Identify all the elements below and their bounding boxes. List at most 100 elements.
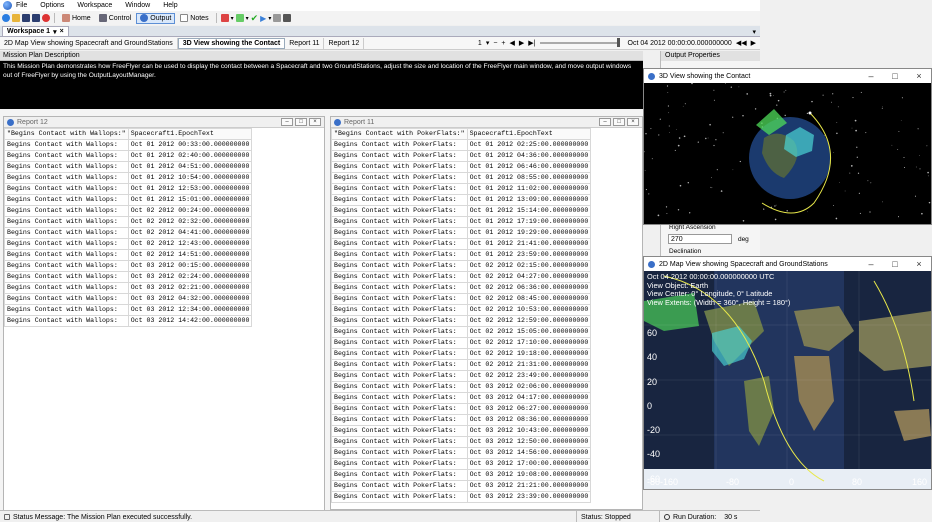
table-row: Begins Contact with PokerFlats: Oct 02 20…	[331, 282, 592, 294]
star	[711, 177, 712, 179]
map-canvas[interactable]: Oct 04 2012 00:00:00.000000000 UTC View …	[644, 271, 931, 489]
star	[677, 144, 680, 147]
first-frame-icon[interactable]: ◀◀	[736, 39, 747, 47]
epoch-cell: Oct 02 2012 19:18:00.000000000	[466, 348, 592, 360]
status-bar: Status Message: The Mission Plan execute…	[0, 510, 760, 522]
close-button[interactable]: ×	[907, 259, 931, 269]
epoch-cell: Oct 02 2012 21:31:00.000000000	[466, 359, 592, 371]
epoch-cell: Oct 02 2012 12:59:00.000000000	[466, 315, 592, 327]
timeline-slider[interactable]	[539, 38, 620, 47]
right-ascension-input[interactable]: 270	[668, 234, 732, 244]
tab-report-11[interactable]: Report 11	[285, 37, 325, 49]
run-icon[interactable]: ▶	[260, 14, 266, 23]
minimize-button[interactable]: –	[599, 118, 611, 126]
close-icon[interactable]: ×	[60, 28, 64, 35]
star	[738, 86, 740, 88]
close-icon[interactable]	[42, 14, 50, 22]
table-row: Begins Contact with Wallops: Oct 01 2012 …	[4, 161, 253, 173]
close-button[interactable]: ×	[309, 118, 321, 126]
play-icon[interactable]: ▶	[519, 39, 524, 47]
table-row: Begins Contact with Wallops: Oct 01 2012 …	[4, 172, 253, 184]
star	[645, 133, 647, 135]
zoom-out-icon[interactable]: −	[493, 40, 497, 47]
epoch-cell: Oct 03 2012 08:36:00.000000000	[466, 414, 592, 426]
menu-help[interactable]: Help	[163, 2, 177, 9]
chevron-down-icon[interactable]: ▾	[268, 15, 271, 22]
star	[927, 171, 929, 174]
3d-scene[interactable]	[643, 82, 931, 224]
tab-3d-view[interactable]: 3D View showing the Contact	[177, 37, 286, 49]
table-row: Begins Contact with PokerFlats: Oct 01 20…	[331, 161, 592, 173]
table-row: Begins Contact with Wallops: Oct 02 2012 …	[4, 238, 253, 250]
tab-2d-map-view[interactable]: 2D Map View showing Spacecraft and Groun…	[0, 37, 178, 49]
lat-tick-label: -40	[647, 449, 661, 460]
table-row: Begins Contact with Wallops: Oct 02 2012 …	[4, 216, 253, 228]
minimize-button[interactable]: –	[281, 118, 293, 126]
star	[857, 172, 860, 174]
home-button[interactable]: Home	[59, 13, 94, 24]
minimize-button[interactable]: –	[859, 259, 883, 269]
table-row: Begins Contact with PokerFlats: Oct 02 20…	[331, 293, 592, 305]
star	[668, 125, 670, 127]
skip-end-icon[interactable]: ▶|	[528, 39, 535, 47]
star	[711, 187, 713, 189]
maximize-button[interactable]: □	[613, 118, 625, 126]
step-size-value[interactable]: 1	[478, 40, 482, 47]
epoch-cell: Oct 01 2012 15:01:00.000000000	[127, 194, 253, 206]
minimize-button[interactable]: –	[859, 71, 883, 81]
column-header: "Begins Contact with PokerFlats:"	[331, 128, 468, 140]
dropdown-tool-icon[interactable]	[235, 14, 244, 22]
rewind-icon[interactable]: ◀	[510, 39, 515, 47]
notes-label: Notes	[190, 14, 209, 22]
chevron-down-icon[interactable]: ▾	[486, 39, 490, 47]
workspace-tab[interactable]: Workspace 1 ▾ ×	[2, 26, 69, 36]
new-globe-icon[interactable]	[2, 14, 10, 22]
table-row: Begins Contact with Wallops: Oct 03 2012 …	[4, 260, 253, 272]
chevron-down-icon[interactable]: ▾	[752, 28, 756, 36]
contact-label-cell: Begins Contact with PokerFlats:	[331, 139, 468, 151]
chevron-down-icon[interactable]: ▾	[231, 15, 234, 22]
open-folder-icon[interactable]	[12, 14, 20, 22]
table-row: Begins Contact with PokerFlats: Oct 02 20…	[331, 260, 592, 272]
chevron-down-icon[interactable]: ▾	[53, 28, 57, 36]
star	[915, 166, 917, 168]
debug-icon[interactable]	[220, 14, 229, 22]
star	[677, 209, 680, 211]
close-button[interactable]: ×	[907, 71, 931, 81]
star	[713, 99, 715, 101]
stop-icon[interactable]	[273, 14, 282, 22]
map-view-extents: View Extents: (Width = 360°, Height = 18…	[647, 297, 791, 307]
step-icon[interactable]	[283, 14, 292, 22]
menu-file[interactable]: File	[16, 2, 27, 9]
notes-button[interactable]: Notes	[177, 13, 211, 24]
zoom-in-icon[interactable]: +	[501, 40, 505, 47]
menu-options[interactable]: Options	[40, 2, 64, 9]
report-icon	[334, 118, 341, 126]
contact-label-cell: Begins Contact with PokerFlats:	[331, 403, 468, 415]
epoch-cell: Oct 03 2012 17:00:00.000000000	[466, 458, 592, 470]
menu-window[interactable]: Window	[125, 2, 150, 9]
save-icon[interactable]	[22, 14, 30, 22]
contact-label-cell: Begins Contact with PokerFlats:	[331, 205, 468, 217]
column-header: Spacecraft1.EpochText	[127, 128, 253, 140]
table-row: Begins Contact with Wallops: Oct 03 2012 …	[4, 293, 253, 305]
table-row: Begins Contact with PokerFlats: Oct 03 20…	[331, 447, 592, 459]
save-as-icon[interactable]	[32, 14, 40, 22]
close-button[interactable]: ×	[627, 118, 639, 126]
check-icon[interactable]: ✔	[251, 13, 259, 24]
control-button[interactable]: Control	[96, 13, 135, 24]
next-frame-icon[interactable]: ▶	[751, 39, 756, 47]
output-button[interactable]: Output	[136, 12, 176, 24]
table-row: Begins Contact with PokerFlats: Oct 02 20…	[331, 370, 592, 382]
maximize-button[interactable]: □	[883, 259, 907, 269]
tab-report-12[interactable]: Report 12	[324, 37, 365, 49]
epoch-cell: Oct 02 2012 04:41:00.000000000	[127, 227, 253, 239]
maximize-button[interactable]: □	[883, 71, 907, 81]
epoch-cell: Oct 01 2012 02:40:00.000000000	[127, 150, 253, 162]
chevron-down-icon[interactable]: ▾	[246, 15, 249, 22]
status-message: Status Message: The Mission Plan execute…	[0, 511, 192, 522]
menu-workspace[interactable]: Workspace	[77, 2, 112, 9]
epoch-cell: Oct 02 2012 08:45:00.000000000	[466, 293, 592, 305]
maximize-button[interactable]: □	[295, 118, 307, 126]
description-header: Mission Plan Description	[0, 51, 643, 61]
